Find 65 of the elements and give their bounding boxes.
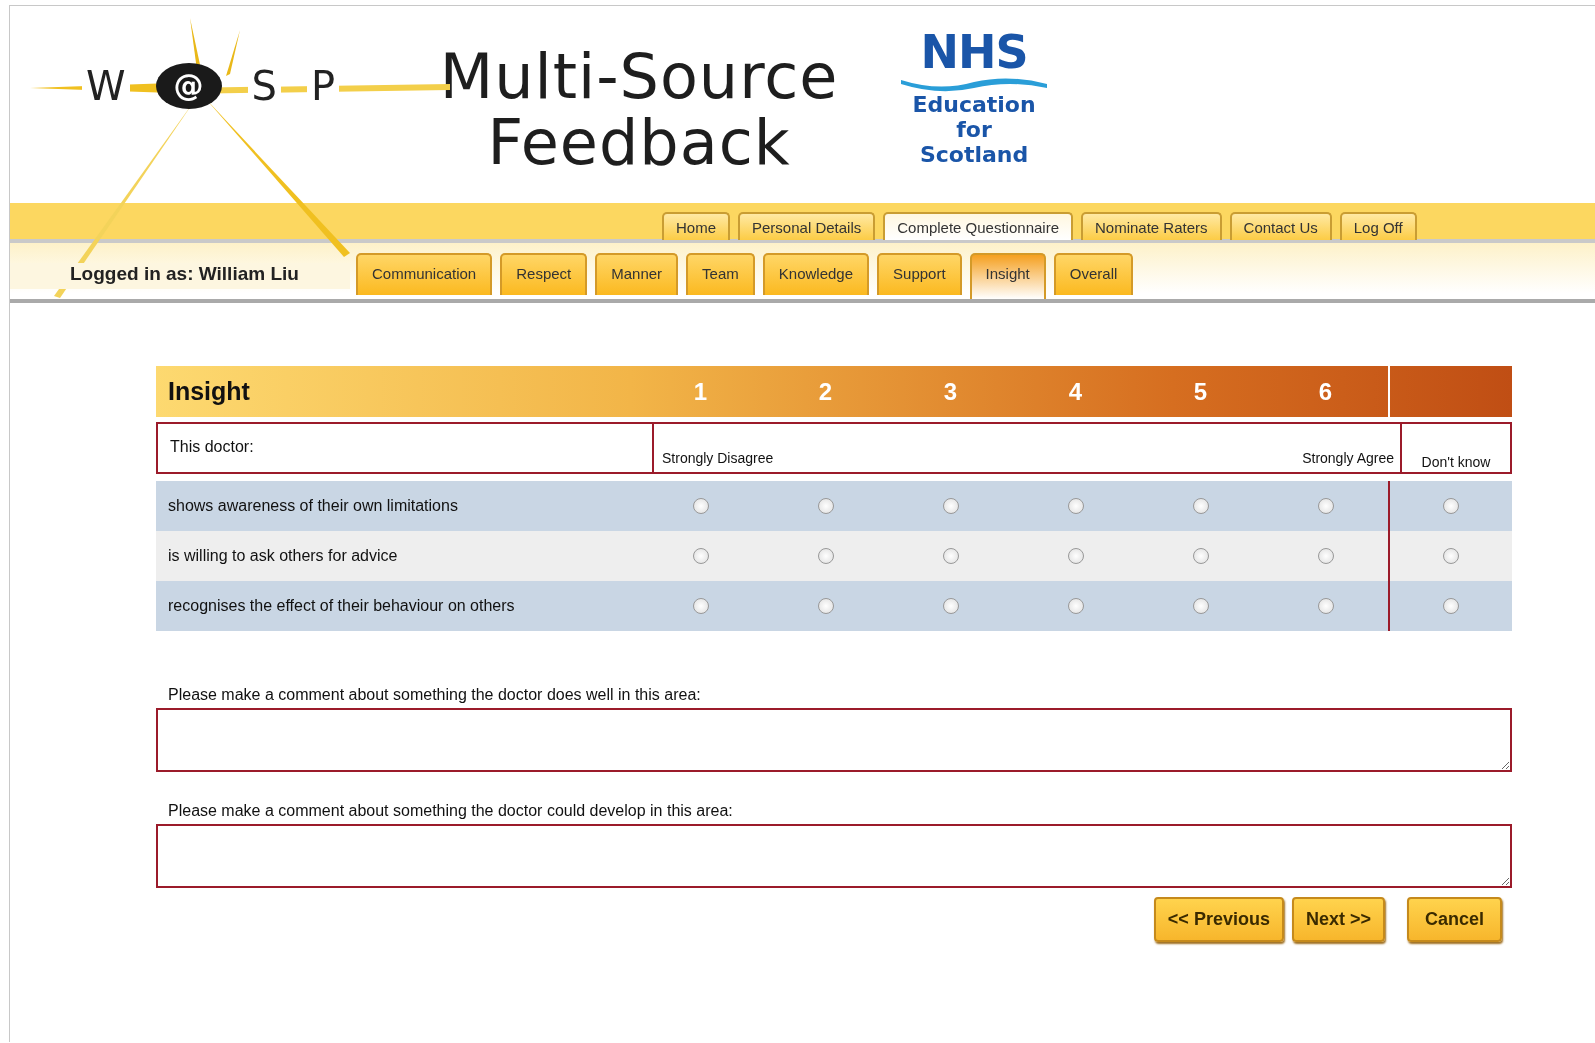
- scale-number: 1: [692, 377, 709, 406]
- question-text: is willing to ask others for advice: [168, 547, 398, 564]
- nav-tab[interactable]: Contact Us: [1229, 212, 1332, 240]
- radio-button[interactable]: [942, 498, 959, 514]
- logo-letter: @: [155, 63, 222, 109]
- nav-tab[interactable]: Personal Details: [738, 212, 876, 240]
- nav-tab[interactable]: Home: [662, 212, 730, 240]
- dont-know-label: Don't know: [1421, 454, 1491, 470]
- section-tab[interactable]: Communication: [356, 253, 493, 295]
- form-button[interactable]: << Previous: [1153, 897, 1284, 942]
- radio-button[interactable]: [1067, 548, 1084, 564]
- scale-low-label: Strongly Disagree: [662, 450, 774, 466]
- radio-button[interactable]: [942, 598, 959, 614]
- wave-icon: [899, 76, 1050, 92]
- scale-high-label: Strongly Agree: [1302, 450, 1394, 466]
- scale-number: 4: [1067, 377, 1084, 406]
- radio-button[interactable]: [817, 598, 834, 614]
- radio-button[interactable]: [1443, 548, 1459, 564]
- radio-button[interactable]: [1192, 498, 1209, 514]
- section-tab[interactable]: Team: [686, 253, 755, 295]
- form-button[interactable]: Cancel: [1406, 897, 1502, 942]
- comment-field[interactable]: [156, 708, 1512, 772]
- form-button[interactable]: Next >>: [1291, 897, 1385, 942]
- nhs-logo-mark: NHS: [920, 28, 1028, 76]
- radio-button[interactable]: [692, 598, 709, 614]
- radio-button[interactable]: [1067, 498, 1084, 514]
- radio-button[interactable]: [817, 498, 834, 514]
- radio-button[interactable]: [817, 548, 834, 564]
- radio-button[interactable]: [1443, 498, 1459, 514]
- section-title: Insight: [167, 377, 251, 406]
- site-title: Feedback: [486, 110, 792, 176]
- radio-button[interactable]: [692, 548, 709, 564]
- scale-number: 5: [1192, 377, 1209, 406]
- radio-button[interactable]: [1067, 598, 1084, 614]
- section-tab[interactable]: Overall: [1053, 253, 1134, 295]
- radio-button[interactable]: [1192, 548, 1209, 564]
- comment-field[interactable]: [156, 824, 1512, 888]
- radio-button[interactable]: [692, 498, 709, 514]
- radio-button[interactable]: [1192, 598, 1209, 614]
- radio-button[interactable]: [1443, 598, 1459, 614]
- site-title: Multi-Source: [438, 44, 840, 110]
- nav-tab[interactable]: Log Off: [1339, 212, 1417, 240]
- section-tab[interactable]: Respect: [500, 253, 588, 295]
- scale-number: 2: [817, 377, 834, 406]
- logged-in-label: Logged in as: William Liu: [10, 263, 350, 289]
- radio-button[interactable]: [942, 548, 959, 564]
- nhs-logo-text: Education: [912, 92, 1036, 117]
- comment-label: Please make a comment about something the doctor does well in this area:: [167, 686, 702, 705]
- section-tab[interactable]: Manner: [595, 253, 679, 295]
- radio-button[interactable]: [1317, 548, 1334, 564]
- nhs-logo-text: for: [956, 117, 992, 142]
- comment-label: Please make a comment about something the doctor could develop in this area:: [167, 802, 734, 821]
- scale-number: 3: [942, 377, 959, 406]
- radio-button[interactable]: [1317, 598, 1334, 614]
- radio-button[interactable]: [1317, 498, 1334, 514]
- section-tab[interactable]: Support: [877, 253, 962, 295]
- prompt-label: This doctor:: [158, 424, 654, 472]
- question-text: shows awareness of their own limitations: [168, 497, 458, 514]
- nhs-logo-text: Scotland: [919, 142, 1029, 167]
- section-tab[interactable]: Knowledge: [762, 253, 870, 295]
- nav-tab[interactable]: Nominate Raters: [1081, 212, 1222, 240]
- section-tab[interactable]: Insight: [969, 253, 1046, 299]
- question-text: recognises the effect of their behaviour on others: [168, 597, 515, 614]
- nav-tab[interactable]: Complete Questionnaire: [883, 212, 1073, 240]
- scale-number: 6: [1317, 377, 1334, 406]
